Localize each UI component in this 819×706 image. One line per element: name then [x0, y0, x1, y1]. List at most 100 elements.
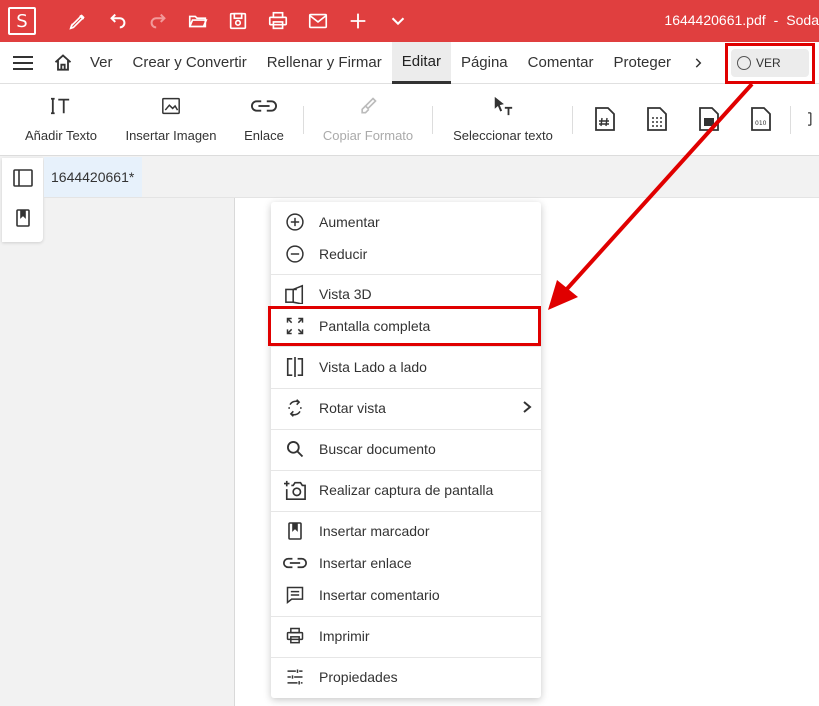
zoom-in-icon: [271, 206, 319, 238]
menu-item-label: Imprimir: [319, 628, 370, 644]
copy-format-label: Copiar Formato: [322, 128, 414, 143]
pen-icon[interactable]: [58, 0, 98, 42]
menu-item-insert-bookmark[interactable]: Insertar marcador: [271, 515, 541, 547]
header-footer-icon[interactable]: [694, 104, 724, 134]
save-icon[interactable]: [218, 0, 258, 42]
menu-divider: [271, 274, 541, 275]
submenu-chevron-icon: [521, 400, 533, 419]
link-label: Enlace: [244, 128, 284, 143]
window-title-file: 1644420661.pdf: [664, 12, 766, 28]
menu-item-label: Reducir: [319, 246, 368, 262]
menu-item-print[interactable]: Imprimir: [271, 620, 541, 652]
open-folder-icon[interactable]: [178, 0, 218, 42]
menu-item-zoom-in[interactable]: Aumentar: [271, 206, 541, 238]
menu-item-label: Realizar captura de pantalla: [319, 482, 494, 498]
menu-item-label: Propiedades: [319, 669, 398, 685]
tab-ver[interactable]: Ver: [80, 42, 123, 84]
menu-item-label: Insertar comentario: [319, 587, 440, 603]
page-number-icon[interactable]: [590, 104, 620, 134]
window-title-separator: -: [773, 12, 779, 28]
menu-item-label: Rotar vista: [319, 400, 386, 416]
tab-rellenar-y-firmar[interactable]: Rellenar y Firmar: [257, 42, 392, 84]
toolbar-divider: [790, 106, 791, 134]
menu-item-screenshot[interactable]: Realizar captura de pantalla: [271, 474, 541, 506]
home-icon[interactable]: [46, 42, 80, 84]
title-bar: S 1644420661.pdf - Soda: [0, 0, 819, 42]
menu-item-label: Vista Lado a lado: [319, 359, 427, 375]
insert-image-label: Insertar Imagen: [125, 128, 217, 143]
toolbar-divider: [572, 106, 573, 134]
undo-icon[interactable]: [98, 0, 138, 42]
tab-proteger[interactable]: Proteger: [604, 42, 682, 84]
email-icon[interactable]: [298, 0, 338, 42]
tab-comentar[interactable]: Comentar: [518, 42, 604, 84]
menu-divider: [271, 511, 541, 512]
copy-format-button[interactable]: Copiar Formato: [321, 84, 415, 156]
select-text-label: Seleccionar texto: [453, 128, 553, 143]
menu-item-insert-link[interactable]: Insertar enlace: [271, 547, 541, 579]
add-text-button[interactable]: Añadir Texto: [22, 84, 100, 156]
binary-document-icon[interactable]: 010: [746, 104, 776, 134]
thumbnails-panel-icon[interactable]: [2, 158, 43, 198]
menu-divider: [271, 657, 541, 658]
hamburger-menu-icon[interactable]: [0, 42, 46, 84]
tab-crear-y-convertir[interactable]: Crear y Convertir: [123, 42, 257, 84]
document-tab[interactable]: 1644420661*: [44, 157, 142, 197]
partial-toolbar-icon[interactable]: [804, 104, 819, 134]
menu-item-zoom-out[interactable]: Reducir: [271, 238, 541, 270]
image-icon: [161, 84, 181, 128]
search-icon: [271, 433, 319, 465]
link-icon: [271, 547, 319, 579]
svg-text:010: 010: [755, 120, 767, 127]
menu-item-label: Insertar enlace: [319, 555, 412, 571]
window-title: 1644420661.pdf - Soda: [664, 12, 819, 28]
chevron-down-icon[interactable]: [378, 0, 418, 42]
menu-divider: [271, 429, 541, 430]
menu-divider: [271, 470, 541, 471]
menu-bar: Ver Crear y Convertir Rellenar y Firmar …: [0, 41, 819, 84]
menu-item-search-document[interactable]: Buscar documento: [271, 433, 541, 465]
bookmark-icon: [271, 515, 319, 547]
menu-item-insert-comment[interactable]: Insertar comentario: [271, 579, 541, 611]
menu-divider: [271, 388, 541, 389]
menu-item-rotate-view[interactable]: Rotar vista: [271, 392, 541, 424]
toolbar-divider: [303, 106, 304, 134]
print-icon[interactable]: [258, 0, 298, 42]
plus-icon[interactable]: [338, 0, 378, 42]
brush-icon: [358, 84, 378, 128]
select-text-button[interactable]: Seleccionar texto: [451, 84, 555, 156]
edit-toolbar: Añadir Texto Insertar Imagen Enlace Copi…: [0, 84, 819, 156]
side-by-side-icon: [271, 351, 319, 383]
side-panel: [2, 158, 43, 242]
link-button[interactable]: Enlace: [240, 84, 288, 156]
tab-pagina[interactable]: Página: [451, 42, 518, 84]
menu-item-side-by-side[interactable]: Vista Lado a lado: [271, 351, 541, 383]
bates-number-icon[interactable]: [642, 104, 672, 134]
menu-item-label: Aumentar: [319, 214, 380, 230]
menu-item-label: Buscar documento: [319, 441, 436, 457]
chevron-right-icon[interactable]: [685, 42, 711, 84]
app-logo: S: [8, 7, 36, 35]
highlight-box-full-screen: [268, 306, 541, 346]
redo-icon[interactable]: [138, 0, 178, 42]
tab-editar[interactable]: Editar: [391, 41, 451, 84]
menu-item-label: Vista 3D: [319, 286, 372, 302]
menu-item-label: Insertar marcador: [319, 523, 430, 539]
menu-item-properties[interactable]: Propiedades: [271, 661, 541, 693]
print-icon: [271, 620, 319, 652]
quick-access-toolbar: [58, 0, 418, 42]
camera-add-icon: [271, 474, 319, 506]
add-text-label: Añadir Texto: [24, 128, 98, 143]
view-context-menu: Aumentar Reducir Vista 3D Pantalla compl…: [271, 202, 541, 698]
select-text-cursor-icon: [492, 84, 514, 128]
link-icon: [251, 84, 277, 128]
highlight-box-view-toggle: [725, 43, 815, 84]
comment-icon: [271, 579, 319, 611]
bookmark-panel-icon[interactable]: [2, 198, 43, 238]
properties-sliders-icon: [271, 661, 319, 693]
insert-image-button[interactable]: Insertar Imagen: [124, 84, 218, 156]
window-title-app: Soda: [786, 12, 819, 28]
rotate-view-icon: [271, 392, 319, 424]
add-text-icon: [50, 84, 72, 128]
menu-divider: [271, 616, 541, 617]
